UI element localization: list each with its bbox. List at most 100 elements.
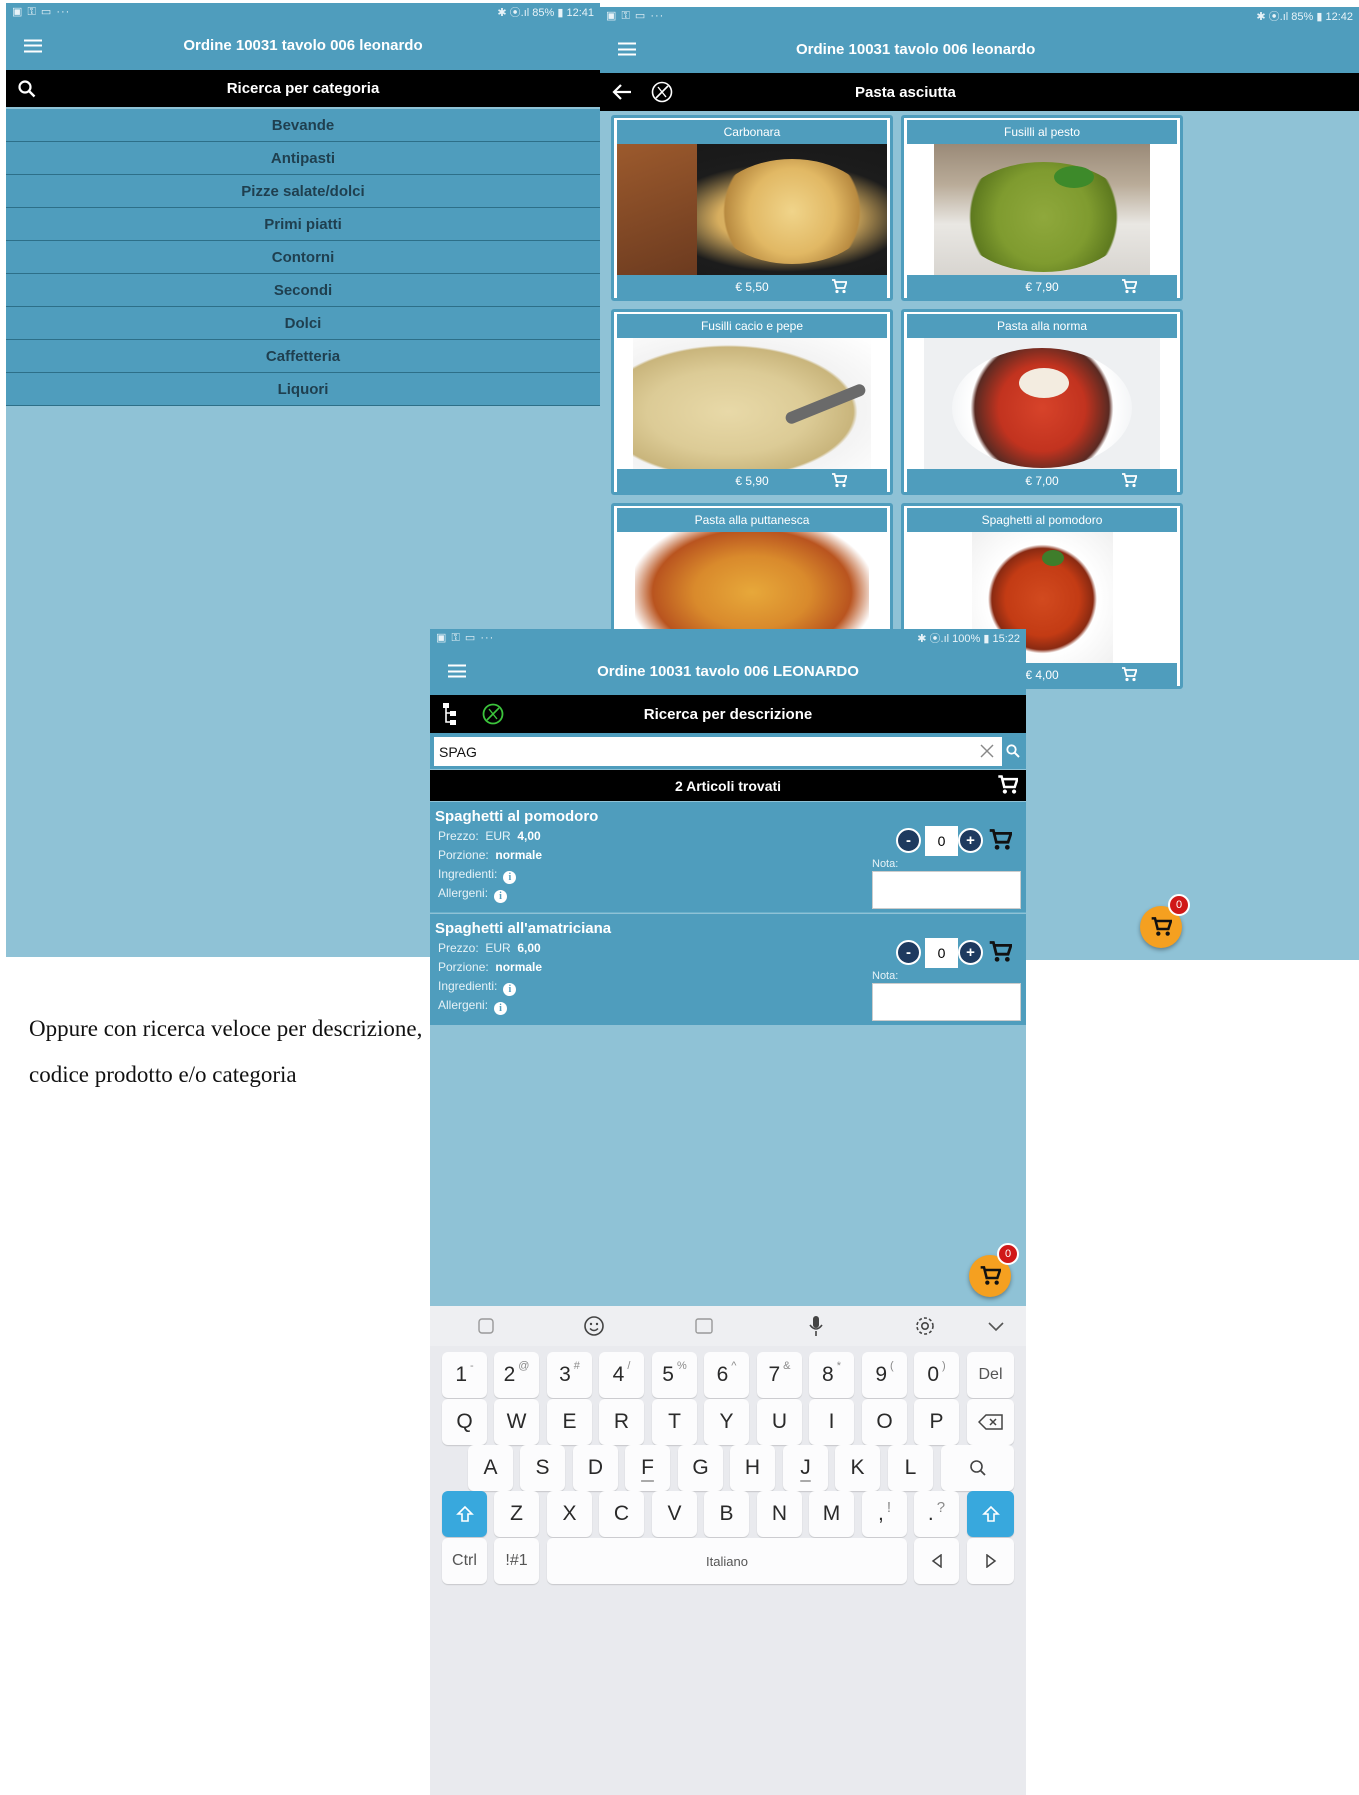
add-to-cart-icon[interactable]: [831, 473, 847, 488]
key-q[interactable]: Q: [442, 1399, 487, 1445]
category-item[interactable]: Liquori: [6, 373, 600, 406]
key-shift-right[interactable]: [967, 1491, 1014, 1537]
hamburger-menu-icon[interactable]: [24, 39, 42, 52]
key-o[interactable]: O: [862, 1399, 907, 1445]
category-item[interactable]: Antipasti: [6, 142, 600, 175]
shopping-cart-icon[interactable]: [997, 775, 1018, 795]
category-tree-icon[interactable]: [442, 702, 460, 726]
add-to-cart-icon[interactable]: [1121, 473, 1137, 488]
key-left-arrow[interactable]: [914, 1538, 959, 1584]
category-item[interactable]: Dolci: [6, 307, 600, 340]
add-to-cart-icon[interactable]: [831, 279, 847, 294]
quantity-input[interactable]: 0: [925, 938, 958, 968]
search-icon[interactable]: [1006, 744, 1020, 758]
back-arrow-icon[interactable]: [612, 84, 632, 100]
cart-fab[interactable]: 0: [969, 1243, 1019, 1297]
gif-icon[interactable]: [684, 1306, 724, 1346]
emoji-icon[interactable]: [574, 1306, 614, 1346]
key-g[interactable]: G: [678, 1445, 723, 1491]
key-r[interactable]: R: [599, 1399, 644, 1445]
key-ctrl[interactable]: Ctrl: [442, 1538, 487, 1584]
key-l[interactable]: L: [888, 1445, 933, 1491]
product-card[interactable]: Fusilli al pesto € 7,90: [901, 115, 1183, 301]
search-icon[interactable]: [18, 80, 36, 98]
no-cutlery-icon[interactable]: [482, 703, 504, 725]
key-x[interactable]: X: [547, 1491, 592, 1537]
key-y[interactable]: Y: [704, 1399, 749, 1445]
add-to-cart-icon[interactable]: [988, 829, 1012, 851]
key-w[interactable]: W: [494, 1399, 539, 1445]
key-shift-left[interactable]: [442, 1491, 487, 1537]
key-symbols[interactable]: !#1: [494, 1538, 539, 1584]
key-period[interactable]: .?: [914, 1491, 959, 1537]
key-u[interactable]: U: [757, 1399, 802, 1445]
microphone-icon[interactable]: [796, 1306, 836, 1346]
info-icon[interactable]: i: [503, 871, 517, 884]
quantity-input[interactable]: 0: [925, 826, 958, 856]
decrement-button[interactable]: -: [896, 940, 921, 965]
key-0[interactable]: 0): [914, 1352, 959, 1398]
key-backspace[interactable]: [967, 1399, 1014, 1445]
decrement-button[interactable]: -: [896, 828, 921, 853]
product-card[interactable]: Pasta alla norma € 7,00: [901, 309, 1183, 495]
key-i[interactable]: I: [809, 1399, 854, 1445]
key-5[interactable]: 5%: [652, 1352, 697, 1398]
info-icon[interactable]: i: [494, 890, 508, 903]
key-f[interactable]: F: [625, 1445, 670, 1491]
product-card[interactable]: Carbonara € 5,50: [611, 115, 893, 301]
key-6[interactable]: 6 ^: [704, 1352, 749, 1398]
key-8[interactable]: 8 *: [809, 1352, 854, 1398]
key-a[interactable]: A: [468, 1445, 513, 1491]
category-item[interactable]: Bevande: [6, 109, 600, 142]
key-p[interactable]: P: [914, 1399, 959, 1445]
key-t[interactable]: T: [652, 1399, 697, 1445]
category-item[interactable]: Pizze salate/dolci: [6, 175, 600, 208]
collapse-chevron-down-icon[interactable]: [976, 1306, 1016, 1346]
hamburger-menu-icon[interactable]: [618, 42, 636, 56]
key-d[interactable]: D: [573, 1445, 618, 1491]
key-s[interactable]: S: [520, 1445, 565, 1491]
category-item[interactable]: Primi piatti: [6, 208, 600, 241]
key-e[interactable]: E: [547, 1399, 592, 1445]
add-to-cart-icon[interactable]: [988, 941, 1012, 963]
note-input[interactable]: [872, 983, 1021, 1021]
key-b[interactable]: B: [704, 1491, 749, 1537]
category-item[interactable]: Secondi: [6, 274, 600, 307]
key-1[interactable]: 1-: [442, 1352, 487, 1398]
search-input[interactable]: SPAG: [434, 737, 1002, 766]
key-j[interactable]: J: [783, 1445, 828, 1491]
clear-icon[interactable]: [980, 744, 994, 758]
key-right-arrow[interactable]: [967, 1538, 1014, 1584]
category-item[interactable]: Contorni: [6, 241, 600, 274]
info-icon[interactable]: i: [494, 1002, 508, 1015]
key-9[interactable]: 9(: [862, 1352, 907, 1398]
cart-fab[interactable]: 0: [1140, 894, 1190, 948]
key-search[interactable]: [941, 1445, 1014, 1491]
key-h[interactable]: H: [730, 1445, 775, 1491]
increment-button[interactable]: +: [958, 940, 983, 965]
category-item[interactable]: Caffetteria: [6, 340, 600, 373]
product-card[interactable]: Fusilli cacio e pepe € 5,90: [611, 309, 893, 495]
add-to-cart-icon[interactable]: [1121, 667, 1137, 682]
sticker-icon[interactable]: [466, 1306, 506, 1346]
key-space[interactable]: Italiano: [547, 1538, 907, 1584]
increment-button[interactable]: +: [958, 828, 983, 853]
key-3[interactable]: 3 #: [547, 1352, 592, 1398]
key-delete[interactable]: Del: [967, 1352, 1014, 1398]
key-v[interactable]: V: [652, 1491, 697, 1537]
key-2[interactable]: 2 @: [494, 1352, 539, 1398]
info-icon[interactable]: i: [503, 983, 517, 996]
key-7[interactable]: 7 &: [757, 1352, 802, 1398]
key-m[interactable]: M: [809, 1491, 854, 1537]
key-k[interactable]: K: [835, 1445, 880, 1491]
hamburger-menu-icon[interactable]: [448, 664, 466, 678]
key-n[interactable]: N: [757, 1491, 802, 1537]
no-cutlery-icon[interactable]: [651, 81, 673, 103]
settings-gear-icon[interactable]: [905, 1306, 945, 1346]
key-comma[interactable]: ,!: [862, 1491, 907, 1537]
note-input[interactable]: [872, 871, 1021, 909]
key-4[interactable]: 4/: [599, 1352, 644, 1398]
key-c[interactable]: C: [599, 1491, 644, 1537]
add-to-cart-icon[interactable]: [1121, 279, 1137, 294]
key-z[interactable]: Z: [494, 1491, 539, 1537]
